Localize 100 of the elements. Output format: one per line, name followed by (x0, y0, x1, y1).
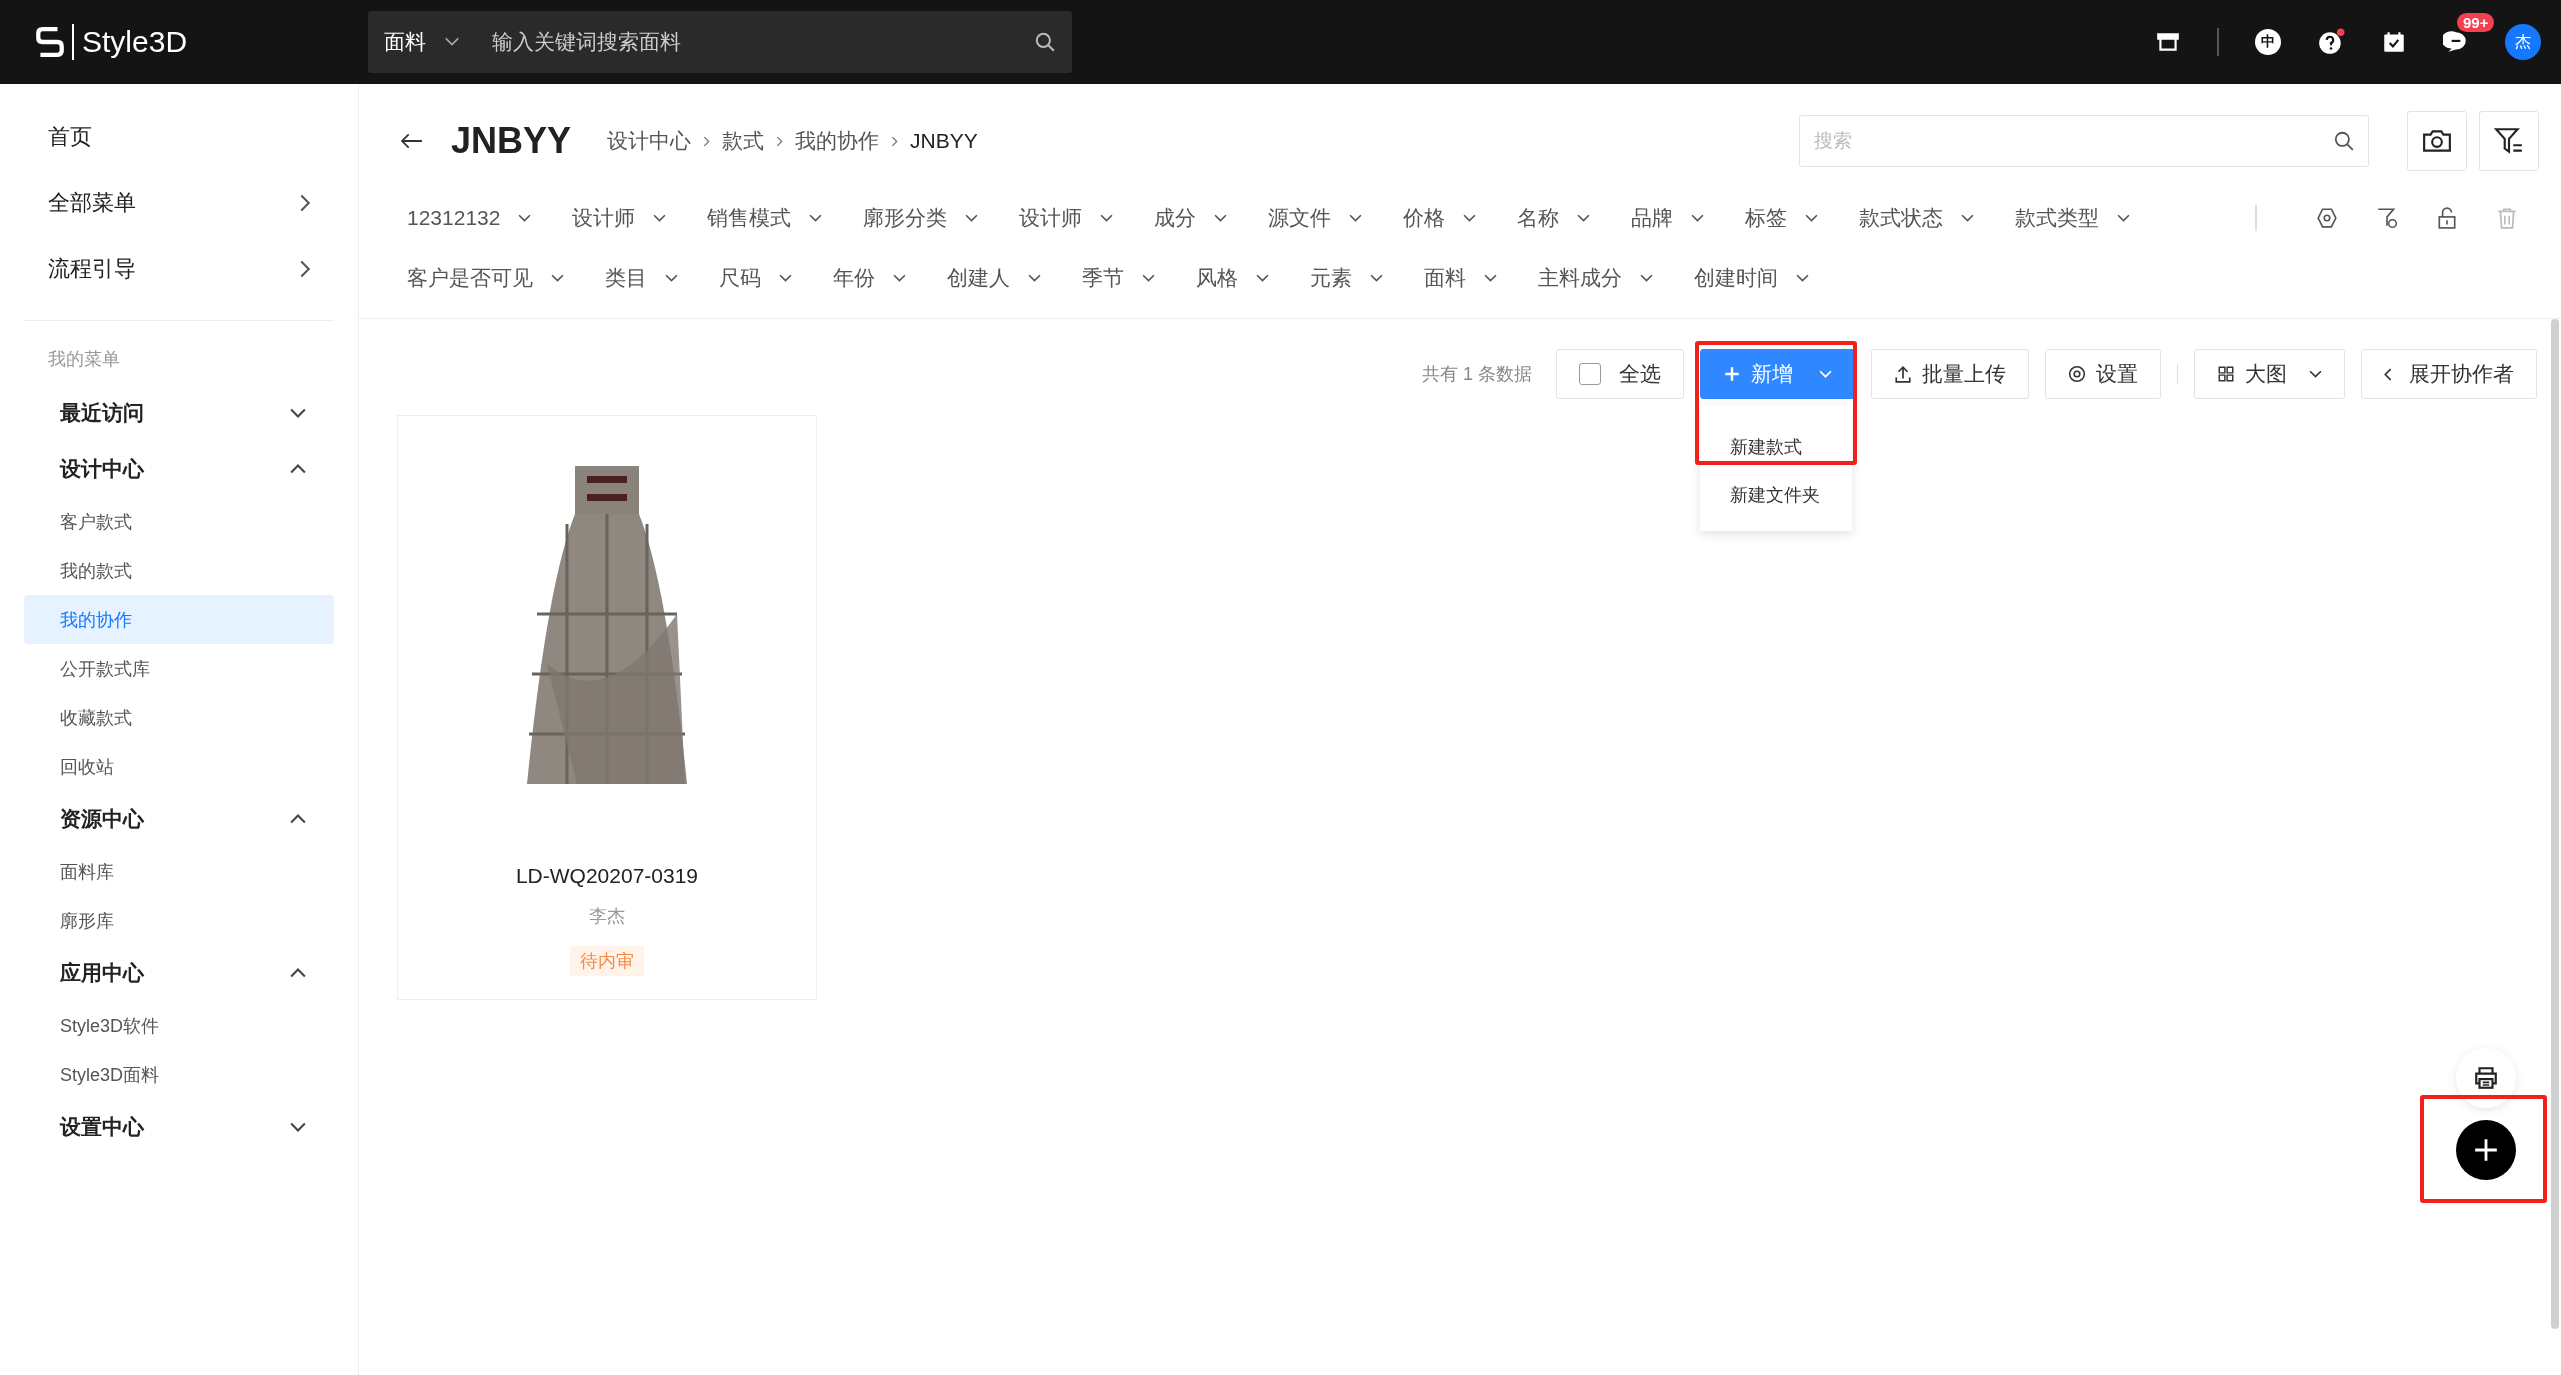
menu-group[interactable]: 设置中心 (24, 1099, 334, 1155)
chevron-down-icon (1796, 273, 1809, 283)
chevron-down-icon (1640, 273, 1653, 283)
plus-icon (2473, 1137, 2499, 1163)
help-icon[interactable] (2317, 28, 2345, 56)
filter-dropdown[interactable]: 尺码 (719, 264, 792, 292)
chevron-down-icon (1691, 213, 1705, 223)
style-card[interactable]: LD-WQ20207-0319 李杰 待内审 (397, 415, 817, 1000)
page-title: JNBYY (451, 120, 572, 162)
filter-dropdown[interactable]: 成分 (1154, 204, 1228, 232)
chevron-down-icon (444, 37, 460, 47)
filter-dropdown[interactable]: 廓形分类 (863, 204, 979, 232)
author-name: 李杰 (589, 905, 625, 928)
grid-icon (2217, 365, 2235, 383)
chevron-down-icon (809, 213, 823, 223)
filter-dropdown[interactable]: 类目 (605, 264, 678, 292)
filter-dropdown[interactable]: 季节 (1082, 264, 1155, 292)
menu-group[interactable]: 资源中心 (24, 791, 334, 847)
menu-item[interactable]: 我的款式 (24, 546, 334, 595)
search-icon[interactable] (2333, 130, 2355, 152)
chevron-down-icon (893, 273, 906, 283)
filter-dropdown[interactable]: 客户是否可见 (407, 264, 564, 292)
menu-item[interactable]: 廓形库 (24, 896, 334, 945)
menu-group[interactable]: 设计中心 (24, 441, 334, 497)
calendar-check-icon[interactable] (2381, 29, 2407, 55)
filter-button[interactable] (2479, 111, 2539, 171)
status-tag: 待内审 (570, 946, 644, 976)
chevron-down-icon (1142, 273, 1155, 283)
language-button[interactable]: 中 (2255, 29, 2281, 55)
menu-group[interactable]: 应用中心 (24, 945, 334, 1001)
menu-item[interactable]: 客户款式 (24, 497, 334, 546)
sidebar-item[interactable]: 流程引导 (24, 236, 334, 302)
filter-dropdown[interactable]: 面料 (1424, 264, 1497, 292)
chevron-down-icon (665, 273, 678, 283)
breadcrumb-link[interactable]: 我的协作 (795, 127, 880, 155)
view-mode-button[interactable]: 大图 (2194, 349, 2345, 399)
filter-dropdown[interactable]: 款式状态 (1859, 204, 1975, 232)
breadcrumb-link[interactable]: 款式 (722, 127, 765, 155)
select-all-checkbox[interactable]: 全选 (1556, 349, 1684, 399)
expand-collaborators-button[interactable]: 展开协作者 (2361, 349, 2537, 399)
menu-item[interactable]: 新建文件夹 (1700, 471, 1852, 519)
filter-dropdown[interactable]: 销售模式 (707, 204, 823, 232)
filter-dropdown[interactable]: 设计师 (1019, 204, 1114, 232)
chevron-down-icon (2309, 369, 2322, 379)
chevron-down-icon (1370, 273, 1383, 283)
add-floating-button[interactable] (2456, 1120, 2516, 1180)
hexagon-settings-icon[interactable] (2316, 207, 2338, 229)
batch-upload-button[interactable]: 批量上传 (1871, 349, 2029, 399)
menu-item[interactable]: 新建款式 (1700, 423, 1852, 471)
menu-item[interactable]: 回收站 (24, 742, 334, 791)
filter-dropdown[interactable]: 源文件 (1268, 204, 1363, 232)
search-icon[interactable] (1034, 31, 1056, 53)
sidebar-item[interactable]: 首页 (24, 104, 334, 170)
chevron-down-icon (1214, 213, 1228, 223)
filter-dropdown[interactable]: 创建人 (947, 264, 1041, 292)
image-search-button[interactable] (2407, 111, 2467, 171)
filter-dropdown[interactable]: 价格 (1403, 204, 1477, 232)
menu-item[interactable]: 面料库 (24, 847, 334, 896)
chevron-up-icon (290, 814, 306, 824)
scrollbar[interactable] (2551, 319, 2559, 1329)
filter-dropdown[interactable]: 主料成分 (1538, 264, 1653, 292)
filter-dropdown[interactable]: 风格 (1196, 264, 1269, 292)
material-search-field[interactable]: 输入关键词搜索面料 (492, 11, 1072, 73)
filter-dropdown[interactable]: 年份 (833, 264, 906, 292)
filter-clock-icon[interactable] (2376, 207, 2398, 229)
menu-item[interactable]: Style3D面料 (24, 1050, 334, 1099)
menu-item[interactable]: 公开款式库 (24, 644, 334, 693)
back-arrow-icon[interactable] (401, 133, 423, 149)
filter-dropdown[interactable]: 创建时间 (1694, 264, 1809, 292)
chevron-down-icon (1805, 213, 1819, 223)
chevron-down-icon (1349, 213, 1363, 223)
filter-dropdown[interactable]: 品牌 (1631, 204, 1705, 232)
print-button[interactable] (2456, 1048, 2516, 1108)
settings-button[interactable]: 设置 (2045, 349, 2161, 399)
menu-item[interactable]: 我的协作 (24, 595, 334, 644)
chevron-down-icon (653, 213, 667, 223)
menu-item[interactable]: 收藏款式 (24, 693, 334, 742)
filter-dropdown[interactable]: 12312132 (407, 206, 532, 230)
breadcrumb-link[interactable]: JNBYY (910, 129, 978, 153)
menu-group[interactable]: 最近访问 (24, 385, 334, 441)
chevron-right-icon (891, 135, 899, 147)
breadcrumb-link[interactable]: 设计中心 (607, 127, 692, 155)
menu-item[interactable]: Style3D软件 (24, 1001, 334, 1050)
chevron-right-icon (300, 194, 310, 212)
upload-icon (1894, 365, 1912, 383)
chevron-right-icon (703, 135, 711, 147)
filter-dropdown[interactable]: 款式类型 (2015, 204, 2131, 232)
filter-dropdown[interactable]: 标签 (1745, 204, 1819, 232)
user-avatar[interactable]: 杰 (2505, 24, 2541, 60)
unlock-icon[interactable] (2436, 207, 2458, 229)
sidebar-item[interactable]: 全部菜单 (24, 170, 334, 236)
checkbox[interactable] (1579, 363, 1601, 385)
filter-dropdown[interactable]: 元素 (1310, 264, 1383, 292)
category-select[interactable]: 面料 (368, 11, 492, 73)
chevron-down-icon (2117, 213, 2131, 223)
filter-dropdown[interactable]: 名称 (1517, 204, 1591, 232)
filter-dropdown[interactable]: 设计师 (572, 204, 667, 232)
logo-text: Style3D (82, 25, 188, 59)
chevron-down-icon (1028, 273, 1041, 283)
search-field[interactable]: 搜索 (1799, 115, 2369, 167)
